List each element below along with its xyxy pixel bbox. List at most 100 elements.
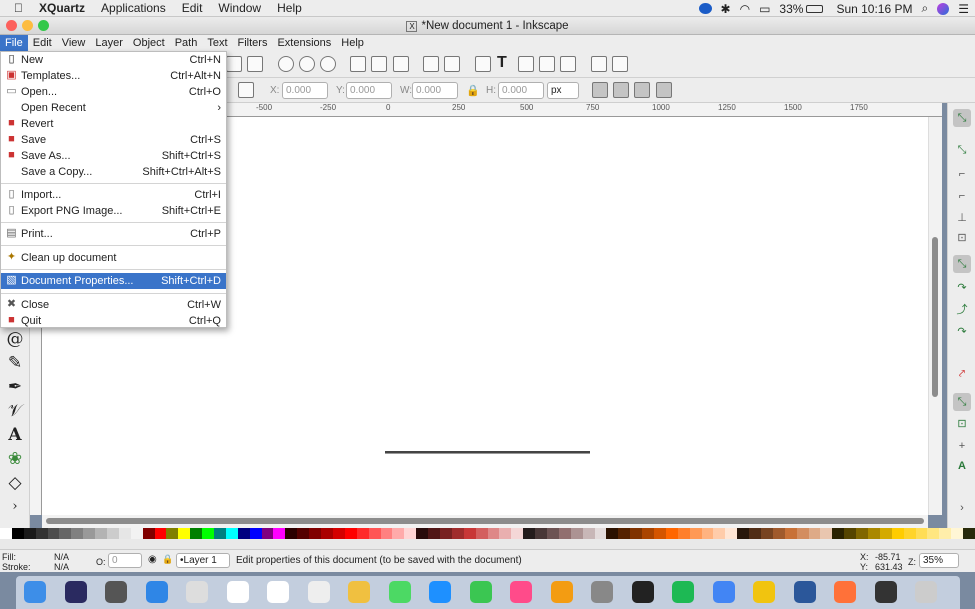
dock-xquartz-icon[interactable] <box>874 581 897 603</box>
notification-center-icon[interactable]: ☰ <box>958 2 969 16</box>
palette-swatch[interactable] <box>428 528 440 539</box>
palette-swatch[interactable] <box>535 528 547 539</box>
palette-swatch[interactable] <box>297 528 310 539</box>
palette-swatch[interactable] <box>0 528 12 539</box>
dock-word-icon[interactable] <box>793 581 816 603</box>
menu-item-save-as[interactable]: ■ Save As... Shift+Ctrl+S <box>1 148 226 164</box>
palette-swatch[interactable] <box>713 528 726 539</box>
move-gradients-icon[interactable] <box>634 82 650 98</box>
palette-swatch[interactable] <box>879 528 892 539</box>
app-menu-xquartz[interactable]: XQuartz <box>31 1 93 15</box>
lock-ratio-icon[interactable]: 🔒 <box>466 84 480 97</box>
bluetooth-icon[interactable]: ✱ <box>721 2 731 16</box>
drawn-line-object[interactable] <box>385 451 590 454</box>
palette-swatch[interactable] <box>808 528 821 539</box>
palette-swatch[interactable] <box>285 528 298 539</box>
mac-menu-applications[interactable]: Applications <box>93 1 174 15</box>
menu-item-save-a-copy[interactable]: Save a Copy... Shift+Ctrl+Alt+S <box>1 164 226 180</box>
palette-swatch[interactable] <box>237 528 250 539</box>
palette-swatch[interactable] <box>665 528 678 539</box>
menu-item-quit[interactable]: ■ Quit Ctrl+Q <box>1 313 226 329</box>
snap-bbox-midpoints-icon[interactable]: ⊥ <box>953 209 971 227</box>
snap-paths-icon[interactable]: ↷ <box>953 279 971 297</box>
duplicate-icon[interactable] <box>350 56 366 72</box>
w-field[interactable]: 0.000 <box>412 82 458 99</box>
hide-layer-icon[interactable]: ◉ <box>148 554 157 565</box>
lock-layer-icon[interactable]: 🔒 <box>162 554 173 565</box>
menu-item-document-properties[interactable]: ▧ Document Properties... Shift+Ctrl+D <box>1 273 226 289</box>
palette-swatch[interactable] <box>499 528 512 539</box>
palette-swatch[interactable] <box>915 528 928 539</box>
snap-intersections-icon[interactable]: ⤴ <box>953 301 971 319</box>
snap-others-icon[interactable]: ⤡ <box>953 393 971 411</box>
palette-swatch[interactable] <box>451 528 464 539</box>
palette-swatch[interactable] <box>642 528 654 539</box>
palette-swatch[interactable] <box>594 528 607 539</box>
snap-smooth-nodes-icon[interactable]: ⤤ <box>953 365 971 383</box>
menu-item-open-recent[interactable]: Open Recent › <box>1 100 226 116</box>
dock-ibooks-icon[interactable] <box>550 581 573 603</box>
palette-swatch[interactable] <box>951 528 964 539</box>
spiral-tool-icon[interactable]: @ <box>5 329 25 349</box>
palette-swatch[interactable] <box>107 528 119 539</box>
palette-swatch[interactable] <box>487 528 500 539</box>
menu-filters[interactable]: Filters <box>233 35 273 51</box>
mac-menu-window[interactable]: Window <box>210 1 269 15</box>
palette-swatch[interactable] <box>963 528 975 539</box>
clock[interactable]: Sun 10:16 PM <box>836 2 912 16</box>
palette-swatch[interactable] <box>142 528 155 539</box>
ungroup-icon[interactable] <box>444 56 460 72</box>
dock-chrome-icon[interactable] <box>712 581 735 603</box>
palette-swatch[interactable] <box>214 528 226 539</box>
paste-icon[interactable] <box>247 56 263 72</box>
spotlight-icon[interactable]: ⌕ <box>922 1 929 16</box>
palette-swatch[interactable] <box>618 528 631 539</box>
dock-safari-icon[interactable] <box>145 581 168 603</box>
palette-swatch[interactable] <box>725 528 738 539</box>
calligraphy-tool-icon[interactable]: 𝒱 <box>5 401 25 421</box>
dock-itunes-icon[interactable] <box>510 581 532 603</box>
palette-swatch[interactable] <box>558 528 571 539</box>
palette-swatch[interactable] <box>83 528 96 539</box>
dock-finder-icon[interactable] <box>24 581 46 603</box>
battery-icon[interactable] <box>806 4 824 13</box>
color-palette[interactable] <box>0 528 975 539</box>
palette-swatch[interactable] <box>903 528 916 539</box>
palette-swatch[interactable] <box>927 528 940 539</box>
palette-swatch[interactable] <box>261 528 274 539</box>
palette-swatch[interactable] <box>47 528 60 539</box>
wifi-icon[interactable]: ◠ <box>740 2 750 16</box>
apple-menu-icon[interactable]:  <box>0 1 31 15</box>
zoom-drawing-icon[interactable] <box>299 56 315 72</box>
mac-menu-edit[interactable]: Edit <box>174 1 211 15</box>
palette-swatch[interactable] <box>868 528 880 539</box>
palette-swatch[interactable] <box>820 528 833 539</box>
palette-swatch[interactable] <box>59 528 72 539</box>
palette-swatch[interactable] <box>939 528 952 539</box>
palette-swatch[interactable] <box>321 528 333 539</box>
palette-swatch[interactable] <box>475 528 488 539</box>
palette-swatch[interactable] <box>309 528 322 539</box>
palette-swatch[interactable] <box>630 528 643 539</box>
dock-spotify-icon[interactable] <box>672 581 694 603</box>
more-snaps-chevron-icon[interactable]: › <box>953 499 971 517</box>
palette-swatch[interactable] <box>737 528 750 539</box>
clone-icon[interactable] <box>371 56 387 72</box>
palette-swatch[interactable] <box>653 528 666 539</box>
palette-swatch[interactable] <box>95 528 108 539</box>
palette-swatch[interactable] <box>11 528 24 539</box>
siri-icon[interactable] <box>937 2 950 15</box>
snap-enable-icon[interactable]: ⤡ <box>953 109 971 127</box>
vertical-scrollbar[interactable] <box>928 117 942 515</box>
preferences-icon[interactable] <box>612 56 628 72</box>
fill-stroke-icon[interactable] <box>475 56 491 72</box>
palette-swatch[interactable] <box>404 528 417 539</box>
cut-icon[interactable] <box>226 56 242 72</box>
menu-file[interactable]: File <box>0 35 28 51</box>
vertical-scroll-thumb[interactable] <box>932 237 938 397</box>
raise-top-icon[interactable] <box>238 82 254 98</box>
palette-swatch[interactable] <box>606 528 619 539</box>
opacity-field[interactable]: 0 <box>108 553 142 568</box>
unit-select[interactable]: px <box>547 82 579 99</box>
dock-system-preferences-icon[interactable] <box>591 581 613 603</box>
